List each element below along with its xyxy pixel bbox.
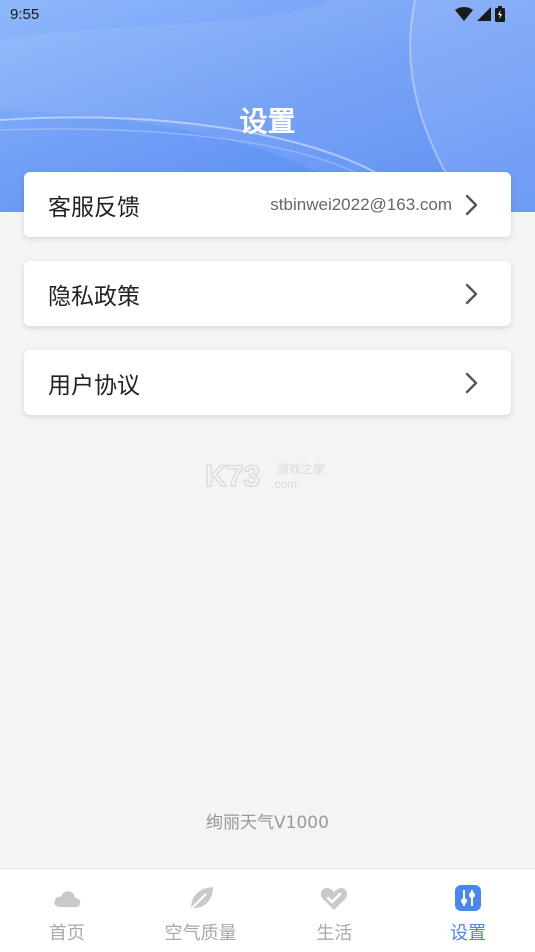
tab-settings[interactable]: 设置 bbox=[401, 869, 535, 952]
status-icons bbox=[455, 6, 505, 22]
tab-label: 设置 bbox=[450, 923, 487, 944]
status-time: 9:55 bbox=[10, 6, 40, 23]
page-title: 设置 bbox=[239, 105, 296, 138]
menu-item-user-agreement[interactable]: 用户协议 bbox=[24, 350, 511, 415]
menu-item-customer-feedback[interactable]: 客服反馈 stbinwei2022@163.com bbox=[24, 172, 511, 237]
tab-air-quality[interactable]: 空气质量 bbox=[134, 869, 268, 952]
menu-item-privacy-policy[interactable]: 隐私政策 bbox=[24, 261, 511, 326]
feedback-email: stbinwei2022@163.com bbox=[270, 194, 452, 214]
svg-text:游戏之家: 游戏之家 bbox=[277, 461, 325, 476]
svg-text:.com: .com bbox=[271, 477, 297, 491]
chevron-right-icon bbox=[465, 283, 478, 304]
bottom-tab-bar: 首页 空气质量 生活 设置 bbox=[0, 868, 535, 952]
chevron-right-icon bbox=[465, 372, 478, 393]
app-version: 绚丽天气V1000 bbox=[206, 813, 329, 833]
k73-watermark-logo: K73 游戏之家 .com bbox=[205, 459, 325, 494]
status-bar: 9:55 bbox=[0, 0, 535, 30]
tab-label: 首页 bbox=[48, 923, 85, 944]
signal-icon bbox=[477, 7, 491, 21]
settings-icon bbox=[455, 885, 482, 911]
cloud-icon bbox=[54, 891, 81, 907]
menu-item-label: 客服反馈 bbox=[48, 194, 140, 221]
battery-icon bbox=[495, 6, 505, 22]
wifi-icon bbox=[455, 7, 473, 21]
tab-label: 空气质量 bbox=[164, 923, 237, 944]
chevron-right-icon bbox=[465, 194, 478, 215]
leaf-icon bbox=[188, 887, 213, 911]
heart-icon bbox=[321, 888, 348, 910]
menu-item-label: 用户协议 bbox=[48, 372, 140, 399]
tab-home[interactable]: 首页 bbox=[0, 869, 134, 952]
menu-item-label: 隐私政策 bbox=[48, 283, 140, 310]
tab-label: 生活 bbox=[316, 923, 353, 944]
tab-life[interactable]: 生活 bbox=[268, 869, 402, 952]
svg-text:K73: K73 bbox=[205, 460, 260, 493]
